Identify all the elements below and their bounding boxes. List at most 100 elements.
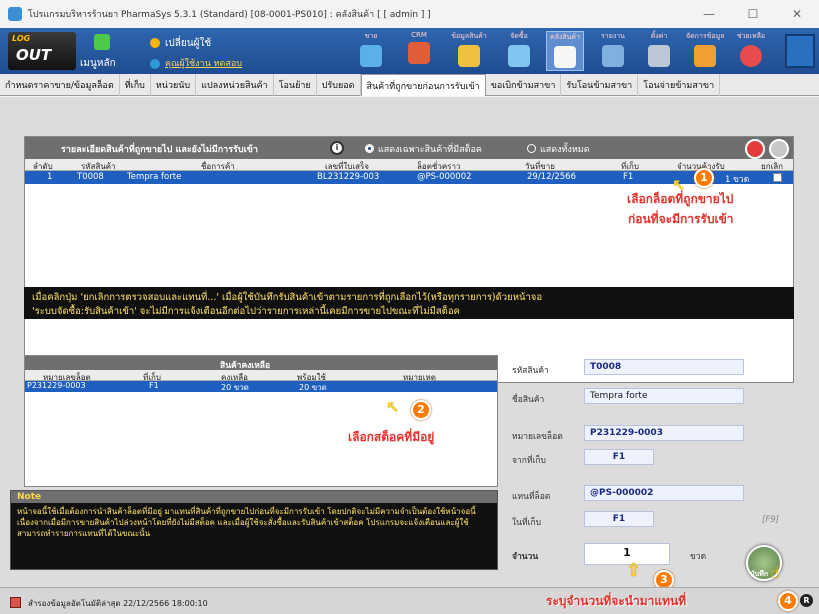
report-button[interactable]: รายงาน — [594, 31, 632, 71]
stock-lot-row[interactable]: P231229-0003 F1 20 ขวด 20 ขวด — [25, 381, 497, 392]
help-label: ช่วยเหลือ — [736, 32, 766, 40]
logout-button[interactable]: LOG OUT — [8, 32, 76, 70]
cancel-replace-icon[interactable] — [745, 139, 765, 159]
crm-button[interactable]: CRM — [400, 31, 438, 71]
cell-name: Tempra forte — [127, 172, 182, 182]
cell-code: T0008 — [77, 172, 104, 182]
report-label: รายงาน — [601, 32, 625, 40]
user-box[interactable]: เปลี่ยนผู้ใช้ คุณผู้ใช้งาน ทดสอบ — [150, 34, 290, 70]
f9-hint: [F9] — [762, 515, 779, 525]
sold-items-panel: รายละเอียดสินค้าที่ถูกขายไป และยังไม่มีก… — [24, 136, 794, 383]
cell-sale-date: 29/12/2566 — [527, 172, 576, 182]
help-button[interactable]: ช่วยเหลือ — [732, 31, 770, 71]
remaining-stock-panel: สินค้าคงเหลือ หมายเลขล็อต ที่เก็บ คงเหลื… — [24, 355, 498, 487]
tab-storage[interactable]: ที่เก็บ — [120, 74, 151, 96]
purchase-label: จัดซื้อ — [510, 32, 528, 40]
pointer-arrow-icon-2: ↖ — [386, 398, 400, 417]
window-title: โปรแกรมบริหารร้านยา PharmaSys 5.3.1 (Sta… — [28, 10, 431, 20]
crm-icon — [408, 42, 430, 64]
info-bar: เมื่อคลิกปุ่ม 'ยกเลิกการตรวจสอบและแทนที่… — [24, 287, 794, 319]
step-2-badge: 2 — [411, 400, 431, 420]
cell-location: F1 — [623, 172, 634, 182]
user-icon — [150, 38, 160, 48]
tab-sold-before-receive[interactable]: สินค้าที่ถูกขายก่อนการรับเข้า — [360, 74, 486, 96]
close-button[interactable]: ✕ — [775, 0, 819, 28]
in-store-field[interactable]: F1 — [584, 511, 654, 527]
note-title: Note — [17, 492, 42, 502]
maximize-button[interactable]: ☐ — [731, 0, 775, 28]
radio-stock-label: แสดงเฉพาะสินค้าที่มีสต็อค — [378, 145, 482, 155]
cell-pending-qty: 1 ขวด — [725, 175, 750, 185]
remaining-stock-header: สินค้าคงเหลือ — [25, 356, 497, 371]
tab-units[interactable]: หน่วยนับ — [151, 74, 197, 96]
tools-icon — [648, 45, 670, 67]
purchase-button[interactable]: จัดซื้อ — [500, 31, 538, 71]
product-data-button[interactable]: ข้อมูลสินค้า — [450, 31, 488, 71]
radio-show-all[interactable]: แสดงทั้งหมด — [527, 142, 590, 156]
cell-temp-lot: @PS-000002 — [417, 172, 472, 182]
tab-adjust[interactable]: ปรับยอด — [317, 74, 361, 96]
main-menu-button[interactable]: เมนูหลัก — [80, 34, 128, 70]
lot-no-field: P231229-0003 — [584, 425, 744, 441]
purchase-icon — [508, 45, 530, 67]
logout-top-label: LOG — [12, 34, 31, 43]
sold-items-header: รายละเอียดสินค้าที่ถูกขายไป และยังไม่มีก… — [25, 137, 793, 159]
backup-icon — [10, 597, 21, 608]
tab-strip: กำหนดราคาขาย/ข้อมูลล็อต ที่เก็บ หน่วยนับ… — [0, 74, 819, 96]
change-user-link[interactable]: เปลี่ยนผู้ใช้ — [150, 36, 211, 51]
radio-unchecked-icon — [527, 144, 536, 153]
product-name-field: Tempra forte — [584, 388, 744, 404]
home-icon — [94, 34, 110, 50]
help-icon — [740, 45, 762, 67]
info-icon[interactable]: i — [330, 141, 344, 155]
tab-unit-convert[interactable]: แปลงหน่วยสินค้า — [196, 74, 274, 96]
inventory-button[interactable]: คลังสินค้า — [546, 31, 584, 71]
ribbon-toolbar: LOG OUT เมนูหลัก เปลี่ยนผู้ใช้ คุณผู้ใช้… — [0, 28, 819, 74]
replace-lot-field: @PS-000002 — [584, 485, 744, 501]
settings-button[interactable]: ตั้งค่า — [640, 31, 678, 71]
app-icon — [8, 7, 22, 21]
replace-lot-label: แทนที่ล็อต — [512, 492, 551, 502]
registered-icon: R — [800, 594, 813, 607]
replace-form: รหัสสินค้า T0008 ชื่อสินค้า Tempra forte… — [508, 355, 798, 565]
sales-icon — [360, 45, 382, 67]
product-name-label: ชื่อสินค้า — [512, 395, 545, 405]
title-bar: โปรแกรมบริหารร้านยา PharmaSys 5.3.1 (Sta… — [0, 0, 819, 28]
crm-label: CRM — [411, 31, 427, 39]
save-button-label: บันทึก — [750, 570, 769, 578]
cancel-checkbox[interactable] — [773, 173, 782, 182]
settings-label: ตั้งค่า — [650, 32, 668, 40]
from-store-label: จากที่เก็บ — [512, 456, 546, 466]
step-1-callout-line2: ก่อนที่จะมีการรับเข้า — [628, 212, 734, 226]
info-bar-line1: เมื่อคลิกปุ่ม 'ยกเลิกการตรวจสอบและแทนที่… — [32, 292, 543, 303]
status-bar: สำรองข้อมูลอัตโนมัติล่าสุด 22/12/2566 18… — [0, 587, 819, 614]
product-code-field: T0008 — [584, 359, 744, 375]
current-user-link[interactable]: คุณผู้ใช้งาน ทดสอบ — [150, 56, 242, 70]
pointer-up-arrow-icon: ⇧ — [626, 560, 642, 581]
minimize-button[interactable]: — — [687, 0, 731, 28]
tab-branch-request[interactable]: ขอเบิกข้ามสาขา — [486, 74, 562, 96]
current-user-label: คุณผู้ใช้งาน ทดสอบ — [165, 59, 242, 69]
radio-checked-icon — [365, 144, 374, 153]
main-menu-label: เมนูหลัก — [80, 58, 116, 69]
cell-remaining: 20 ขวด — [221, 383, 249, 392]
sales-button[interactable]: ขาย — [352, 31, 390, 71]
radio-all-label: แสดงทั้งหมด — [540, 145, 590, 155]
tab-transfer[interactable]: โอนย้าย — [274, 74, 317, 96]
refresh-icon[interactable] — [769, 139, 789, 159]
pointer-hand-icon: ☝ — [770, 563, 780, 582]
sold-items-title: รายละเอียดสินค้าที่ถูกขายไป และยังไม่มีก… — [61, 145, 258, 155]
user-avatar-icon — [150, 58, 160, 69]
tab-pricing[interactable]: กำหนดราคาขาย/ข้อมูลล็อต — [0, 74, 120, 96]
radio-stock-only[interactable]: แสดงเฉพาะสินค้าที่มีสต็อค — [365, 142, 482, 156]
step-1-callout-line1: เลือกล็อตที่ถูกขายไป — [627, 192, 734, 206]
sold-items-column-header: ลำดับ รหัสสินค้า ชื่อการค้า เลขที่ใบเสร็… — [25, 159, 793, 171]
tab-branch-send[interactable]: โอนจ่ายข้ามสาขา — [638, 74, 721, 96]
cell-ready: 20 ขวด — [299, 383, 327, 392]
exit-button[interactable] — [785, 34, 815, 68]
tab-branch-receive[interactable]: รับโอนข้ามสาขา — [561, 74, 639, 96]
cell-no: 1 — [47, 172, 53, 182]
product-data-label: ข้อมูลสินค้า — [451, 32, 487, 40]
backup-status-text: สำรองข้อมูลอัตโนมัติล่าสุด 22/12/2566 18… — [28, 599, 208, 608]
data-manage-button[interactable]: จัดการข้อมูล — [686, 31, 724, 71]
